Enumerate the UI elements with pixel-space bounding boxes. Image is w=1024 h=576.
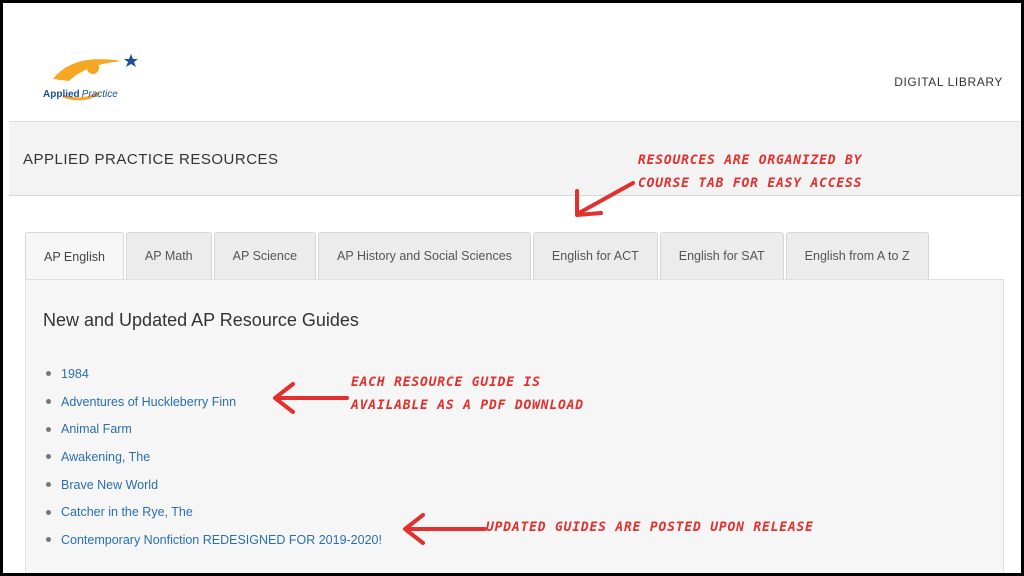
tab-english-for-sat[interactable]: English for SAT [659, 232, 784, 279]
annotation-tabs-note: Resources are organized by course tab fo… [638, 153, 863, 191]
bullet-icon [46, 426, 51, 432]
annotation-updated-note: Updated guides are posted upon release [486, 520, 814, 535]
logo-text: Applied Practice [43, 89, 118, 100]
screenshot-frame: Applied Practice DIGITAL LIBRARY APPLIED … [0, 0, 1024, 576]
bullet-icon [46, 399, 51, 405]
guide-link[interactable]: Brave New World [61, 478, 158, 492]
annotation-pdf-note: Each resource guide is available as a PD… [351, 375, 584, 413]
guide-link[interactable]: Contemporary Nonfiction REDESIGNED FOR 2… [61, 533, 382, 547]
bullet-icon [46, 454, 51, 460]
list-item: Brave New World [46, 471, 382, 499]
tab-ap-science[interactable]: AP Science [213, 232, 317, 279]
logo-word-practice: Practice [81, 89, 118, 100]
guide-link[interactable]: Animal Farm [61, 422, 132, 436]
guide-link[interactable]: Adventures of Huckleberry Finn [61, 395, 236, 409]
guide-link[interactable]: Catcher in the Rye, The [61, 505, 193, 519]
logo-figure-icon [53, 54, 138, 101]
list-item: Awakening, The [46, 443, 382, 471]
applied-practice-logo[interactable]: Applied Practice [33, 51, 143, 111]
annotation-arrow-icon [575, 181, 635, 217]
logo-word-applied: Applied [43, 89, 80, 100]
bullet-icon [46, 371, 51, 377]
tab-ap-math[interactable]: AP Math [125, 232, 212, 279]
panel-title: New and Updated AP Resource Guides [43, 310, 359, 330]
tab-ap-history-social-sciences[interactable]: AP History and Social Sciences [318, 232, 531, 279]
list-item: Animal Farm [46, 415, 382, 443]
bullet-icon [46, 482, 51, 488]
bullet-icon [46, 537, 51, 543]
list-item: Contemporary Nonfiction REDESIGNED FOR 2… [46, 526, 382, 554]
site-header: Applied Practice DIGITAL LIBRARY [9, 3, 1021, 122]
guide-link[interactable]: Awakening, The [61, 450, 150, 464]
annotation-arrow-icon [273, 382, 349, 414]
bullet-icon [46, 509, 51, 515]
guide-link[interactable]: 1984 [61, 367, 89, 381]
tab-english-a-to-z[interactable]: English from A to Z [785, 232, 929, 279]
digital-library-link[interactable]: DIGITAL LIBRARY [894, 75, 1003, 89]
section-band: APPLIED PRACTICE RESOURCES [9, 122, 1021, 196]
course-tabs: AP English AP Math AP Science AP History… [25, 232, 931, 280]
list-item: Catcher in the Rye, The [46, 498, 382, 526]
tab-ap-english[interactable]: AP English [25, 232, 124, 280]
tab-english-for-act[interactable]: English for ACT [532, 232, 658, 279]
page-title: APPLIED PRACTICE RESOURCES [23, 151, 279, 168]
annotation-arrow-icon [403, 513, 487, 545]
